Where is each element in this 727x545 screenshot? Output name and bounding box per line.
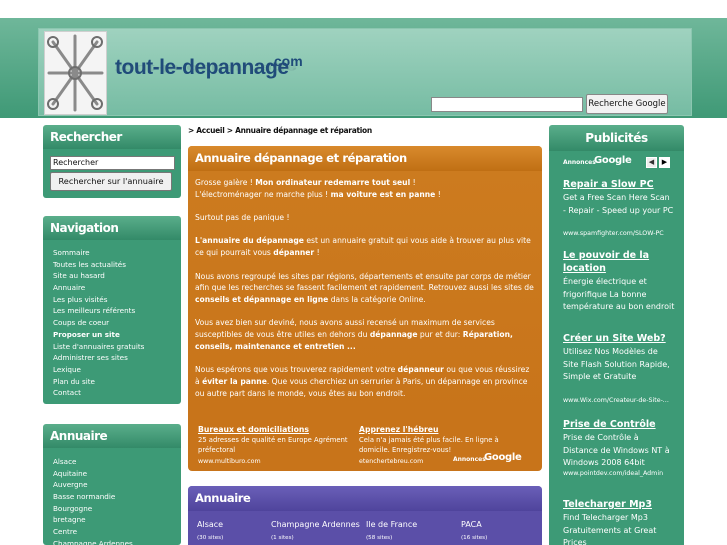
nav-item[interactable]: Proposer un site — [43, 329, 181, 341]
main-text: Grosse galère ! Mon ordinateur redemarre… — [188, 171, 542, 421]
pub-ad-text: Utilisez Nos Modèles de Site Flash Solut… — [563, 347, 670, 381]
breadcrumb[interactable]: > Accueil > Annuaire dépannage et répara… — [188, 126, 372, 135]
text: Grosse galère ! — [195, 178, 256, 187]
region-count: (30 sites) — [197, 535, 224, 541]
nav-item[interactable]: Plan du site — [43, 376, 181, 388]
annuaire-side-item[interactable]: Bourgogne — [43, 503, 181, 515]
text: ! — [314, 248, 320, 258]
text: L'annuaire du dépannage — [195, 236, 304, 246]
annuaire-side-item[interactable]: bretagne — [43, 514, 181, 526]
ad-url[interactable]: etenchertebreu.com — [359, 458, 423, 465]
directory-search-input[interactable]: Rechercher — [50, 156, 175, 170]
pub-ad-title-link[interactable]: Le pouvoir de la location — [563, 250, 678, 275]
google-logo-text: Google — [484, 452, 522, 463]
region-link[interactable]: Ile de France — [366, 520, 417, 529]
pub-ad-url[interactable]: www.pointdev.com/ideal_Admin — [563, 470, 669, 477]
navigation-list: Sommaire Toutes les actualités Site au has… — [43, 240, 181, 399]
panic-paragraph: Surtout pas de panique ! — [195, 213, 290, 223]
pub-ad-title-link[interactable]: Prise de Contrôle — [563, 419, 678, 432]
nav-item[interactable]: Toutes les actualités — [43, 259, 181, 271]
annonces-google-label[interactable]: Annonces — [563, 159, 596, 166]
region-link[interactable]: Alsace — [197, 520, 223, 529]
google-search-button[interactable]: Recherche Google — [586, 94, 668, 114]
pub-ad-url[interactable]: www.Wix.com/Createur-de-Site-Web — [563, 397, 669, 404]
nav-item[interactable]: Coups de coeur — [43, 317, 181, 329]
nav-item[interactable]: Les meilleurs référents — [43, 305, 181, 317]
text: dépanner — [273, 248, 315, 258]
pub-ad-title-link[interactable]: Telecharger Mp3 — [563, 499, 678, 512]
pub-ad-url[interactable]: www.spamfighter.com/SLOW-PC — [563, 230, 669, 237]
nav-item[interactable]: Administrer ses sites — [43, 352, 181, 364]
region-count: (16 sites) — [461, 535, 488, 541]
intro-paragraph: Grosse galère ! Mon ordinateur redemarre… — [195, 177, 535, 200]
annuaire-side-item[interactable]: Aquitaine — [43, 468, 181, 480]
navigation-title: Navigation — [43, 216, 181, 240]
pub-ad-title-link[interactable]: Repair a Slow PC — [563, 179, 678, 192]
services-paragraph: Vous avez bien sur deviné, nous avons au… — [195, 317, 535, 352]
ad-text: 25 adresses de qualité en Europe Agrémen… — [198, 436, 348, 454]
text: Mon ordinateur redemarre tout seul — [255, 178, 411, 187]
google-logo-text: Google — [594, 155, 632, 166]
annuaire-side-list: Alsace Aquitaine Auvergne Basse normandie Bo… — [43, 448, 181, 545]
hope-paragraph: Nous espérons que vous trouverez rapidem… — [195, 364, 535, 399]
ad-title-link[interactable]: Bureaux et domiciliations — [198, 425, 309, 434]
pub-ad-text: Get a Free Scan Here Scan - Repair - Spe… — [563, 193, 674, 215]
text: dans la catégorie Online. — [328, 294, 426, 304]
annuaire-side-item[interactable]: Centre — [43, 526, 181, 538]
google-logo: Google — [594, 155, 632, 166]
nav-item[interactable]: Liste d'annuaires gratuits — [43, 341, 181, 353]
region-count: (58 sites) — [366, 535, 393, 541]
regions-paragraph: Nous avons regroupé les sites par région… — [195, 271, 535, 306]
previous-ad-arrow-icon[interactable]: ◀ — [646, 157, 657, 168]
region-link[interactable]: PACA — [461, 520, 482, 529]
text: ! — [410, 178, 416, 187]
annuaire-main-title: Annuaire — [188, 486, 542, 511]
text: Nous espérons que vous trouverez rapidem… — [195, 365, 398, 375]
nav-item[interactable]: Annuaire — [43, 282, 181, 294]
annuaire-side-item[interactable]: Champagne Ardennes — [43, 538, 181, 545]
nav-item[interactable]: Sommaire — [43, 247, 181, 259]
nav-item[interactable]: Contact — [43, 387, 181, 399]
publicites-title: Publicités — [549, 125, 684, 151]
ad-url[interactable]: www.multiburo.com — [198, 458, 261, 465]
main-title: Annuaire dépannage et réparation — [188, 146, 542, 171]
annuaire-side-item[interactable]: Basse normandie — [43, 491, 181, 503]
annuaire-side-panel: Alsace Aquitaine Auvergne Basse normandie Bo… — [43, 448, 181, 545]
site-logo[interactable] — [44, 31, 107, 115]
text: pur et dur: — [417, 330, 463, 340]
search-panel-title: Rechercher — [43, 125, 181, 149]
text: éviter la panne — [202, 376, 267, 386]
google-logo: Google — [484, 452, 522, 463]
directory-paragraph: L'annuaire du dépannage est un annuaire … — [195, 235, 535, 258]
nav-item[interactable]: Les plus visités — [43, 294, 181, 306]
region-count: (1 sites) — [271, 535, 294, 541]
site-title-reflection: tout-le-depannage — [115, 62, 297, 75]
pub-ad-title-link[interactable]: Créer un Site Web? — [563, 333, 678, 346]
text: dépanneur — [397, 365, 444, 375]
text: L'électroménager ne marche plus ! — [195, 189, 331, 199]
directory-search-button[interactable]: Rechercher sur l'annuaire — [50, 172, 172, 191]
nav-item[interactable]: Site au hasard — [43, 270, 181, 282]
text: dépannage — [369, 330, 418, 340]
pub-ad-text: Prise de Contrôle à Distance de Windows … — [563, 433, 670, 467]
navigation-panel: Sommaire Toutes les actualités Site au has… — [43, 240, 181, 404]
text: conseils et dépannage en ligne — [195, 294, 329, 304]
next-ad-arrow-icon[interactable]: ▶ — [659, 157, 670, 168]
pub-ad-text: Énergie électrique et frigorifique La bo… — [563, 277, 675, 311]
annuaire-side-title: Annuaire — [43, 424, 181, 448]
annonces-google-label[interactable]: Annonces — [453, 456, 486, 463]
text: ma voiture est en panne — [330, 189, 436, 199]
annuaire-side-item[interactable]: Alsace — [43, 456, 181, 468]
text: ! — [435, 189, 441, 199]
annuaire-side-item[interactable]: Auvergne — [43, 479, 181, 491]
pub-ad-text: Find Telecharger Mp3 Gratuitements at Gr… — [563, 513, 657, 545]
text: Nous avons regroupé les sites par région… — [195, 271, 534, 293]
ad-title-link[interactable]: Apprenez l'hébreu — [359, 425, 438, 434]
wrench-logo-icon — [45, 32, 106, 114]
region-link[interactable]: Champagne Ardennes — [271, 520, 360, 529]
google-search-input[interactable] — [431, 97, 583, 112]
nav-item[interactable]: Lexique — [43, 364, 181, 376]
